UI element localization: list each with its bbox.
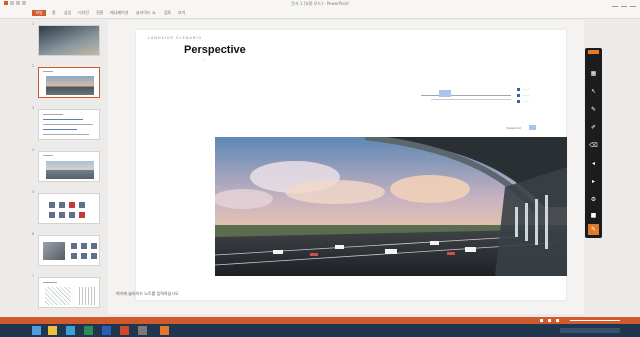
slide-thumbnail[interactable]: 6: [30, 232, 103, 268]
slide-thumbnail[interactable]: 4: [30, 148, 103, 184]
sorter-view-icon[interactable]: [548, 319, 551, 322]
slide-number: 1: [32, 22, 35, 26]
zoom-slider[interactable]: [570, 320, 620, 321]
options-icon[interactable]: ⚙: [588, 194, 599, 205]
slide-preview: [38, 193, 100, 224]
tab-insert[interactable]: 삽입: [64, 10, 71, 16]
title-caret: |: [204, 57, 206, 61]
rendering-svg: [215, 137, 567, 276]
start-slideshow-icon[interactable]: [22, 1, 26, 5]
slide-preview: [38, 109, 100, 140]
slide-thumbnail-selected[interactable]: 2: [30, 64, 103, 100]
tab-view[interactable]: 보기: [178, 10, 185, 16]
maximize-icon[interactable]: [621, 1, 627, 7]
ribbon-tabs: 파일 홈 삽입 디자인 전환 애니메이션 슬라이드 쇼 검토 보기: [0, 8, 640, 19]
prev-icon[interactable]: ◂: [588, 158, 599, 169]
ie-icon[interactable]: [66, 326, 75, 335]
pen-tools-bar[interactable]: ▦ ↖ ✎ ✐ ⌫ ◂ ▸ ⚙ ■ ✎: [585, 48, 602, 238]
slide-thumbnails-pane[interactable]: 1 2 3 4 5 6 7: [30, 20, 103, 314]
key-plan-diagram[interactable]: ——— ——— ———: [421, 85, 541, 107]
normal-view-icon[interactable]: [540, 319, 543, 322]
slide-thumbnail[interactable]: 1: [30, 22, 103, 58]
tab-file[interactable]: 파일: [32, 10, 46, 16]
tab-animations[interactable]: 애니메이션: [110, 10, 128, 16]
tab-design[interactable]: 디자인: [78, 10, 89, 16]
next-icon[interactable]: ▸: [588, 176, 599, 187]
slide-kicker: LANDSIDE SCENARIO: [148, 36, 203, 40]
powerpoint-icon[interactable]: [120, 326, 129, 335]
perspective-rendering-image[interactable]: [215, 137, 567, 276]
tab-transitions[interactable]: 전환: [96, 10, 103, 16]
undo-icon[interactable]: [10, 1, 14, 5]
notes-pane[interactable]: 여기에 슬라이드 노트를 입력하십시오: [116, 291, 179, 297]
exit-icon[interactable]: [588, 50, 599, 54]
slide-number: 5: [32, 190, 35, 194]
slide-number: 3: [32, 106, 35, 110]
tab-home[interactable]: 홈: [52, 10, 56, 16]
ink-icon[interactable]: ✎: [588, 224, 599, 235]
viewpoint-label: Viewpoint: [506, 126, 521, 130]
status-bar: [0, 317, 640, 324]
slide-thumbnail[interactable]: 5: [30, 190, 103, 226]
tab-slideshow[interactable]: 슬라이드 쇼: [136, 10, 156, 16]
save-icon[interactable]: [4, 1, 8, 5]
slide-preview: [38, 25, 100, 56]
app-icon[interactable]: [138, 326, 147, 335]
eraser-icon[interactable]: ⌫: [588, 140, 599, 151]
slide-preview: [38, 151, 100, 182]
end-icon[interactable]: ■: [588, 210, 599, 221]
slide-number: 7: [32, 274, 35, 278]
slides-icon[interactable]: ▦: [588, 68, 599, 79]
slide-title[interactable]: Perspective: [184, 44, 246, 56]
reading-view-icon[interactable]: [556, 319, 559, 322]
title-bar: 문서 1 [호환 모드] - PowerPoint: [0, 0, 640, 8]
pen-icon[interactable]: ✎: [588, 104, 599, 115]
slide-number: 4: [32, 148, 35, 152]
slide-preview: [38, 67, 100, 98]
slide-preview: [38, 235, 100, 266]
window-title: 문서 1 [호환 모드] - PowerPoint: [291, 1, 349, 6]
pointer-icon[interactable]: ↖: [588, 86, 599, 97]
app-icon[interactable]: [160, 326, 169, 335]
slide-thumbnail[interactable]: 3: [30, 106, 103, 142]
system-tray[interactable]: [560, 328, 620, 333]
slide[interactable]: LANDSIDE SCENARIO Perspective | ——— ——— …: [136, 30, 567, 300]
redo-icon[interactable]: [16, 1, 20, 5]
excel-icon[interactable]: [84, 326, 93, 335]
viewpoint-marker: [529, 125, 536, 130]
slide-editing-area[interactable]: LANDSIDE SCENARIO Perspective | ——— ——— …: [108, 20, 584, 314]
slide-number: 6: [32, 232, 35, 236]
minimize-icon[interactable]: [612, 1, 618, 7]
slide-thumbnail[interactable]: 7: [30, 274, 103, 310]
tab-review[interactable]: 검토: [164, 10, 171, 16]
word-icon[interactable]: [102, 326, 111, 335]
slide-number: 2: [32, 64, 35, 68]
quick-access-toolbar: [4, 1, 28, 6]
explorer-icon[interactable]: [48, 326, 57, 335]
slide-preview: [38, 277, 100, 308]
close-icon[interactable]: [630, 1, 636, 7]
start-icon[interactable]: [32, 326, 41, 335]
highlighter-icon[interactable]: ✐: [588, 122, 599, 133]
windows-taskbar: [0, 324, 640, 337]
